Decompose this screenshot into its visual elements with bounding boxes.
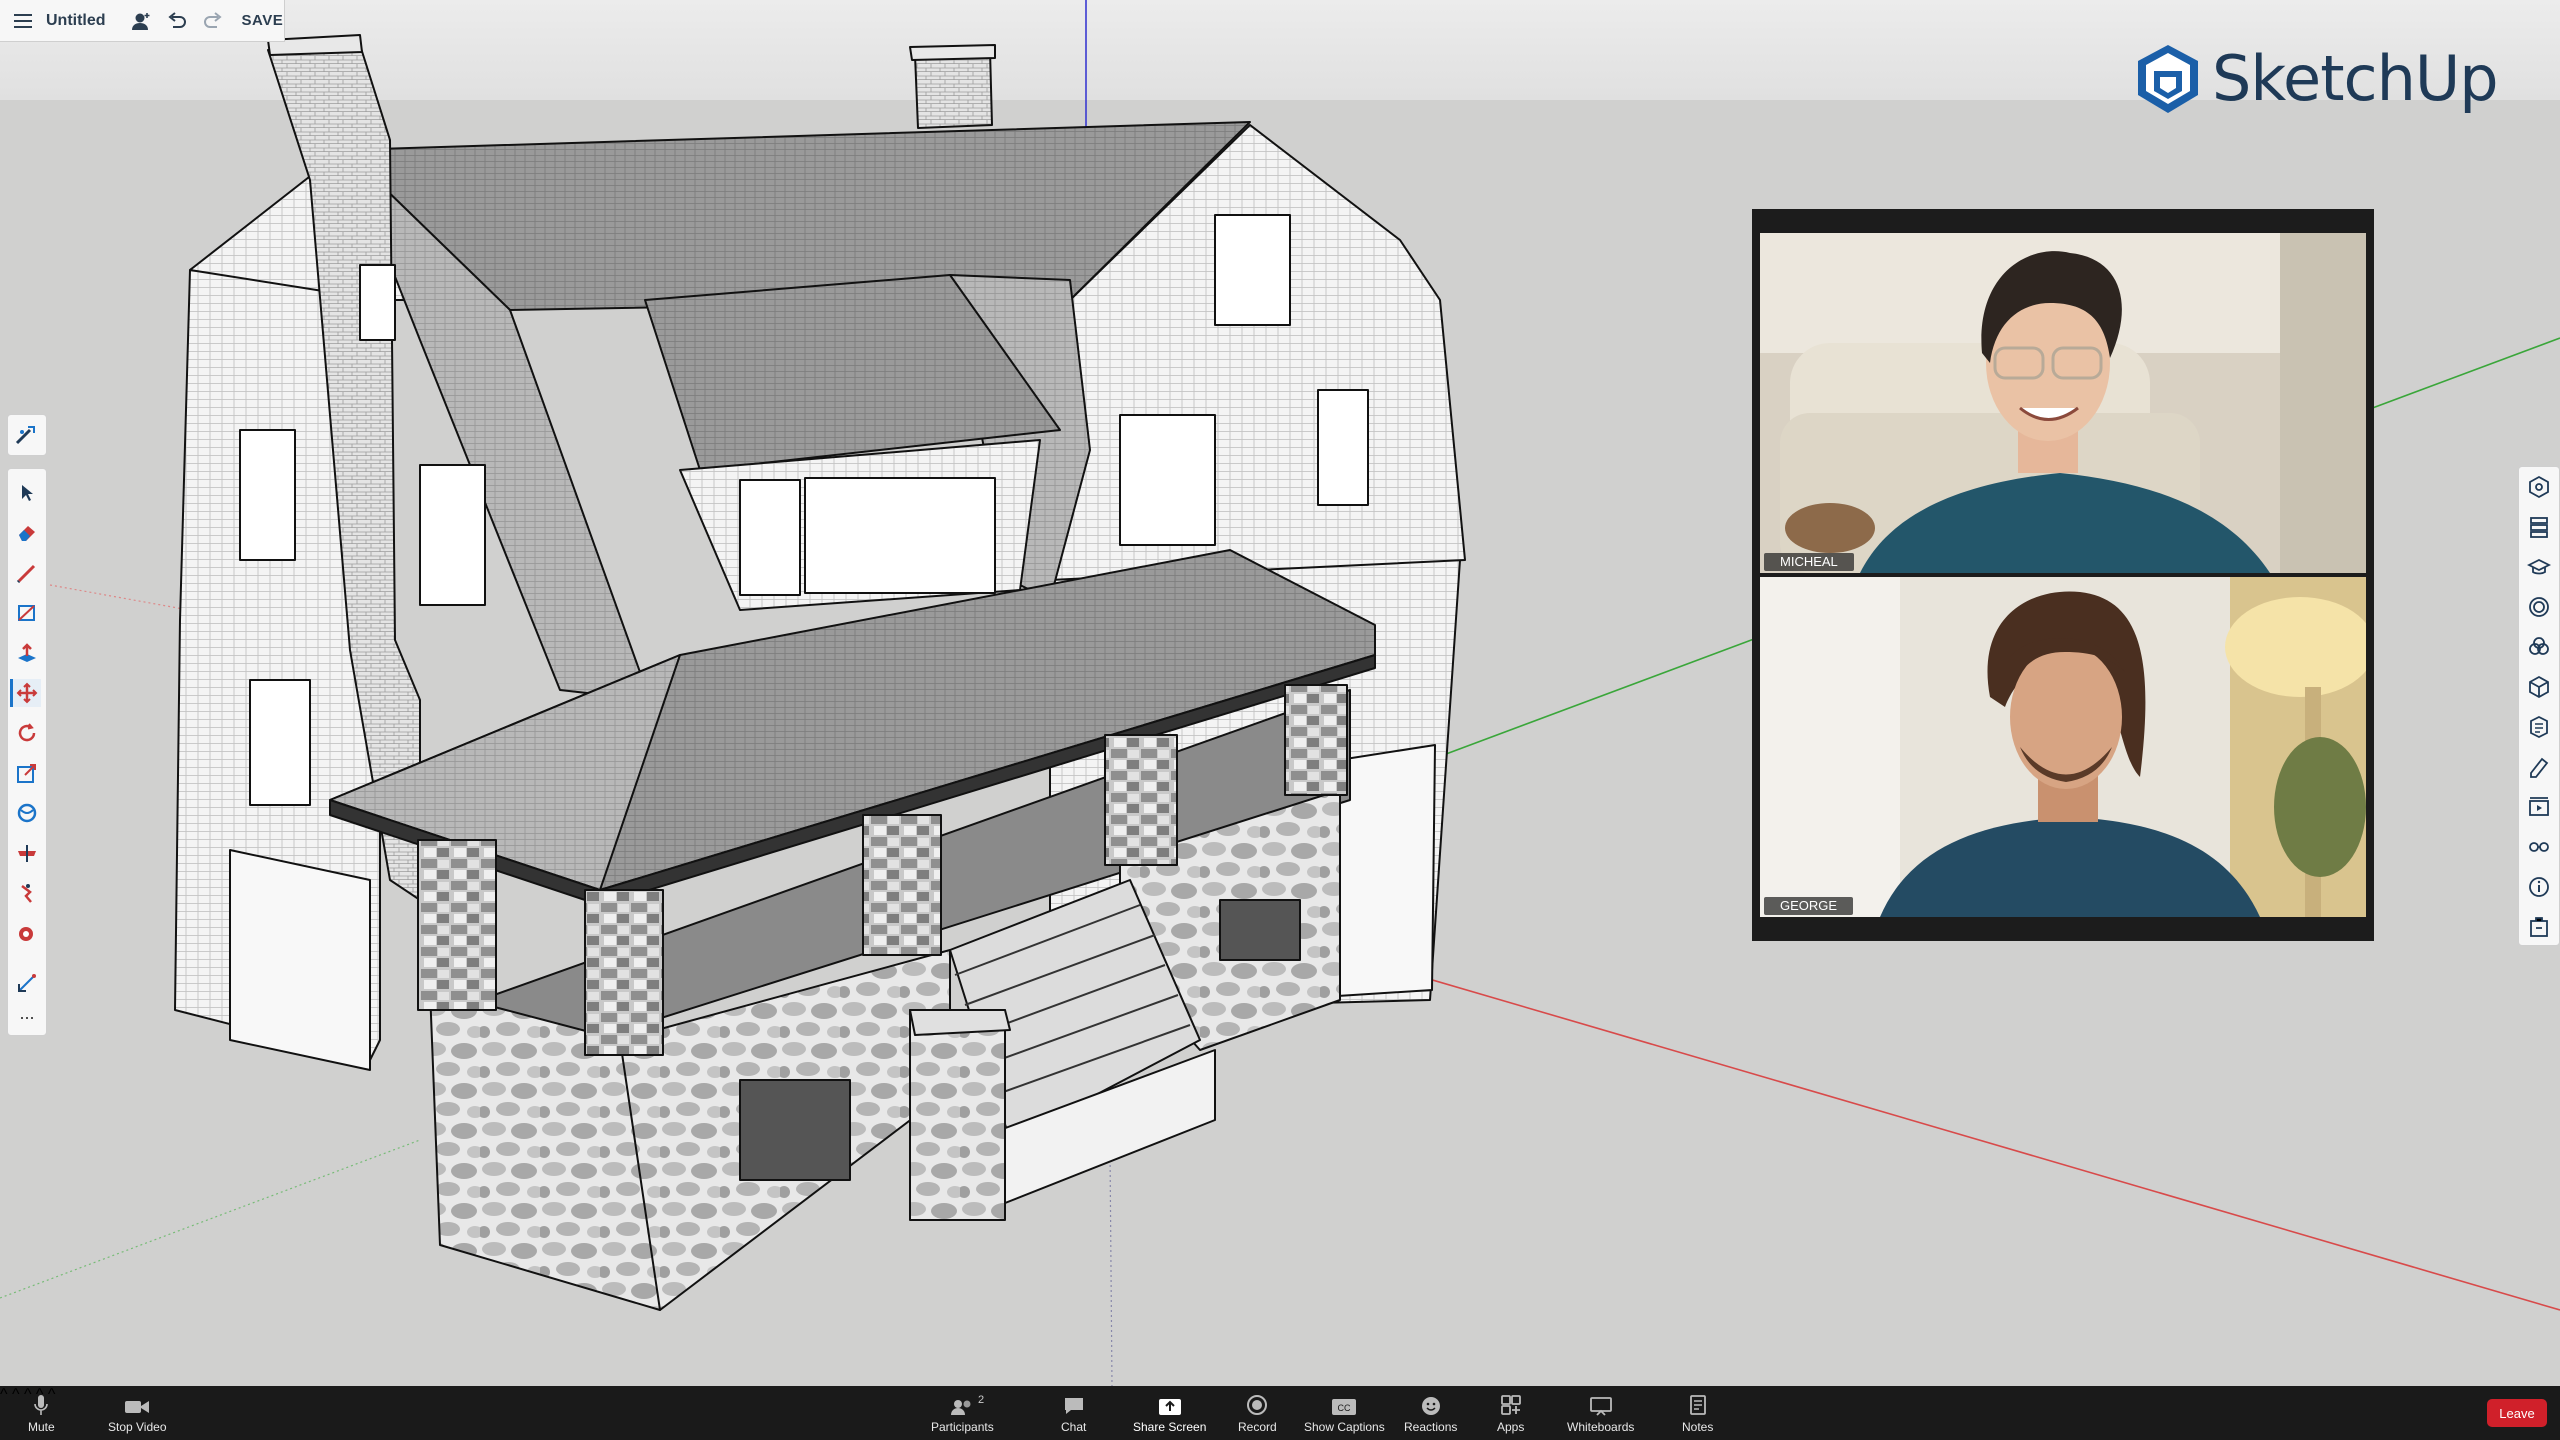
share-screen-icon [1158, 1392, 1182, 1416]
participants-icon [949, 1392, 975, 1416]
blue-axis-dotted [1109, 1149, 1113, 1386]
share-screen-label: Share Screen [1133, 1420, 1207, 1434]
outliner-icon[interactable] [2525, 713, 2553, 741]
undo-icon[interactable] [164, 8, 190, 34]
save-button[interactable]: SAVE [242, 12, 284, 29]
notes-icon [1689, 1392, 1707, 1416]
extension-icon[interactable] [2525, 913, 2553, 941]
info-icon[interactable] [2525, 873, 2553, 901]
scenes-icon[interactable] [2525, 793, 2553, 821]
sketchup-logo: SketchUp [2136, 42, 2499, 115]
sketchup-logo-icon [2138, 44, 2198, 113]
record-label: Record [1238, 1420, 1277, 1434]
mute-options-chevron-icon[interactable]: ^ [0, 1386, 8, 1403]
move-tool-icon[interactable] [10, 679, 41, 707]
video-options-chevron-icon[interactable]: ^ [12, 1386, 20, 1403]
red-axis [1329, 949, 2560, 1311]
push-pull-tool-icon[interactable] [13, 639, 41, 667]
section-plane-tool-icon[interactable] [13, 839, 41, 867]
participants-label: Participants [931, 1420, 994, 1434]
chat-label: Chat [1061, 1420, 1087, 1434]
rectangle-tool-icon[interactable] [13, 599, 41, 627]
scale-tool-icon[interactable] [13, 759, 41, 787]
tape-measure-tool-icon[interactable] [13, 969, 41, 997]
layers-tags-icon[interactable] [2525, 513, 2553, 541]
participant-name-tag: GEORGE [1764, 897, 1854, 915]
eraser-tool-icon[interactable] [13, 519, 41, 547]
participant-video-micheal [1760, 233, 2366, 573]
materials-icon[interactable] [2525, 633, 2553, 661]
hamburger-menu-icon[interactable] [10, 8, 36, 34]
green-axis-dotted [0, 1139, 421, 1299]
mute-label: Mute [28, 1420, 55, 1434]
show-captions-button[interactable]: CC Show Captions [1304, 1392, 1385, 1434]
share-screen-button[interactable]: Share Screen [1133, 1392, 1206, 1434]
display-icon[interactable] [2525, 833, 2553, 861]
zoom-meeting-toolbar: Mute ^ Stop Video ^ Participants 2 ^ Cha… [0, 1386, 2560, 1440]
logo-text: SketchUp [2212, 42, 2499, 115]
collaborator-icon[interactable] [128, 8, 154, 34]
paint-bucket-tool-icon[interactable] [13, 919, 41, 947]
record-button[interactable]: Record [1238, 1392, 1277, 1434]
record-icon [1246, 1392, 1268, 1416]
instructor-icon[interactable] [2525, 553, 2553, 581]
redo-icon[interactable] [200, 8, 226, 34]
walk-tool-icon[interactable] [13, 879, 41, 907]
chat-icon [1063, 1392, 1085, 1416]
whiteboards-button[interactable]: Whiteboards [1567, 1392, 1634, 1434]
stop-video-label: Stop Video [108, 1420, 167, 1434]
pencil-line-tool-icon[interactable] [13, 559, 41, 587]
more-tools-button[interactable]: ... [8, 1003, 46, 1024]
mute-button[interactable]: Mute [28, 1392, 55, 1434]
participants-count: 2 [978, 1394, 985, 1406]
video-camera-icon [124, 1392, 150, 1416]
file-bar: Untitled SAVE [0, 0, 285, 42]
house-model [174, 34, 1466, 1311]
svg-text:CC: CC [1338, 1403, 1351, 1413]
apps-icon [1500, 1392, 1522, 1416]
notes-label: Notes [1682, 1420, 1714, 1434]
left-toolbar: ... [7, 468, 47, 1036]
search-tools-icon [15, 426, 35, 445]
participants-button[interactable]: Participants [931, 1392, 994, 1434]
right-panel-toolbar [2518, 466, 2560, 946]
show-captions-label: Show Captions [1304, 1420, 1385, 1434]
rotate-tool-icon[interactable] [13, 719, 41, 747]
stop-video-button[interactable]: Stop Video [108, 1392, 167, 1434]
entity-info-icon[interactable] [2525, 473, 2553, 501]
apps-button[interactable]: Apps [1497, 1392, 1524, 1434]
reactions-label: Reactions [1404, 1420, 1458, 1434]
apps-label: Apps [1497, 1420, 1525, 1434]
captions-icon: CC [1331, 1392, 1357, 1416]
microphone-icon [33, 1392, 49, 1416]
components-icon[interactable] [2525, 593, 2553, 621]
search-tools-button[interactable] [7, 414, 47, 456]
file-title[interactable]: Untitled [46, 12, 106, 30]
select-tool-icon[interactable] [13, 479, 41, 507]
participant-video-george [1760, 577, 2366, 917]
styles-icon[interactable] [2525, 753, 2553, 781]
whiteboard-icon [1589, 1392, 1613, 1416]
leave-meeting-button[interactable]: Leave [2487, 1399, 2547, 1427]
whiteboards-label: Whiteboards [1567, 1420, 1635, 1434]
orbit-tool-icon[interactable] [13, 799, 41, 827]
participant-name-tag: MICHEAL [1764, 553, 1854, 571]
chat-button[interactable]: Chat [1061, 1392, 1086, 1434]
3d-warehouse-icon[interactable] [2525, 673, 2553, 701]
video-tile-george[interactable]: GEORGE [1760, 577, 2366, 917]
reactions-icon [1420, 1392, 1442, 1416]
notes-button[interactable]: Notes [1682, 1392, 1713, 1434]
reactions-button[interactable]: Reactions [1404, 1392, 1457, 1434]
video-tile-micheal[interactable]: MICHEAL [1760, 233, 2366, 573]
video-panel: MICHEAL GEORGE [1752, 209, 2374, 941]
